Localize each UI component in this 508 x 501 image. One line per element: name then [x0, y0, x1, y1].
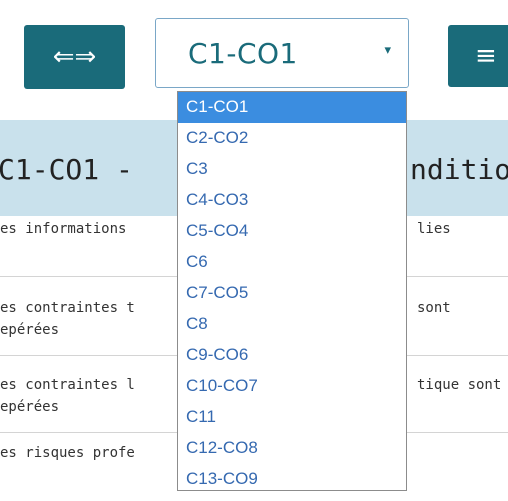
swap-button[interactable]: ⇐⇒: [24, 25, 125, 89]
option-item[interactable]: C13-CO9: [178, 464, 406, 490]
option-item[interactable]: C7-CO5: [178, 278, 406, 309]
row-1-left: es informations: [0, 221, 127, 237]
row-3-right: tique sont: [417, 377, 502, 393]
option-item[interactable]: C2-CO2: [178, 123, 406, 154]
option-item[interactable]: C10-CO7: [178, 371, 406, 402]
select-dropdown-list[interactable]: C1-CO1 C2-CO2 C3 C4-CO3 C5-CO4 C6 C7-CO5…: [177, 91, 407, 491]
option-item[interactable]: C6: [178, 247, 406, 278]
option-item[interactable]: C9-CO6: [178, 340, 406, 371]
row-2-right: sont: [417, 300, 451, 316]
swap-arrows-icon: ⇐⇒: [52, 42, 97, 72]
menu-button[interactable]: ≡: [448, 25, 508, 87]
row-4-left: es risques profe: [0, 445, 135, 461]
row-1-right: lies: [417, 221, 451, 237]
option-item[interactable]: C4-CO3: [178, 185, 406, 216]
row-2-left-line1: es contraintes t: [0, 300, 135, 316]
hamburger-icon: ≡: [475, 41, 497, 71]
option-item[interactable]: C8: [178, 309, 406, 340]
select-current-value: C1-CO1: [188, 36, 298, 70]
competence-select[interactable]: C1-CO1 ▾: [155, 18, 409, 88]
option-item[interactable]: C3: [178, 154, 406, 185]
section-title: C1-CO1 -: [0, 153, 133, 186]
row-2-left-line2: epérées: [0, 322, 60, 338]
option-item[interactable]: C12-CO8: [178, 433, 406, 464]
option-item[interactable]: C11: [178, 402, 406, 433]
section-title-continuation: ndition: [410, 153, 508, 186]
row-3-left-line2: epérées: [0, 399, 60, 415]
option-item[interactable]: C1-CO1: [178, 92, 406, 123]
row-3-left-line1: es contraintes l: [0, 377, 135, 393]
chevron-down-icon: ▾: [384, 43, 391, 58]
option-item[interactable]: C5-CO4: [178, 216, 406, 247]
